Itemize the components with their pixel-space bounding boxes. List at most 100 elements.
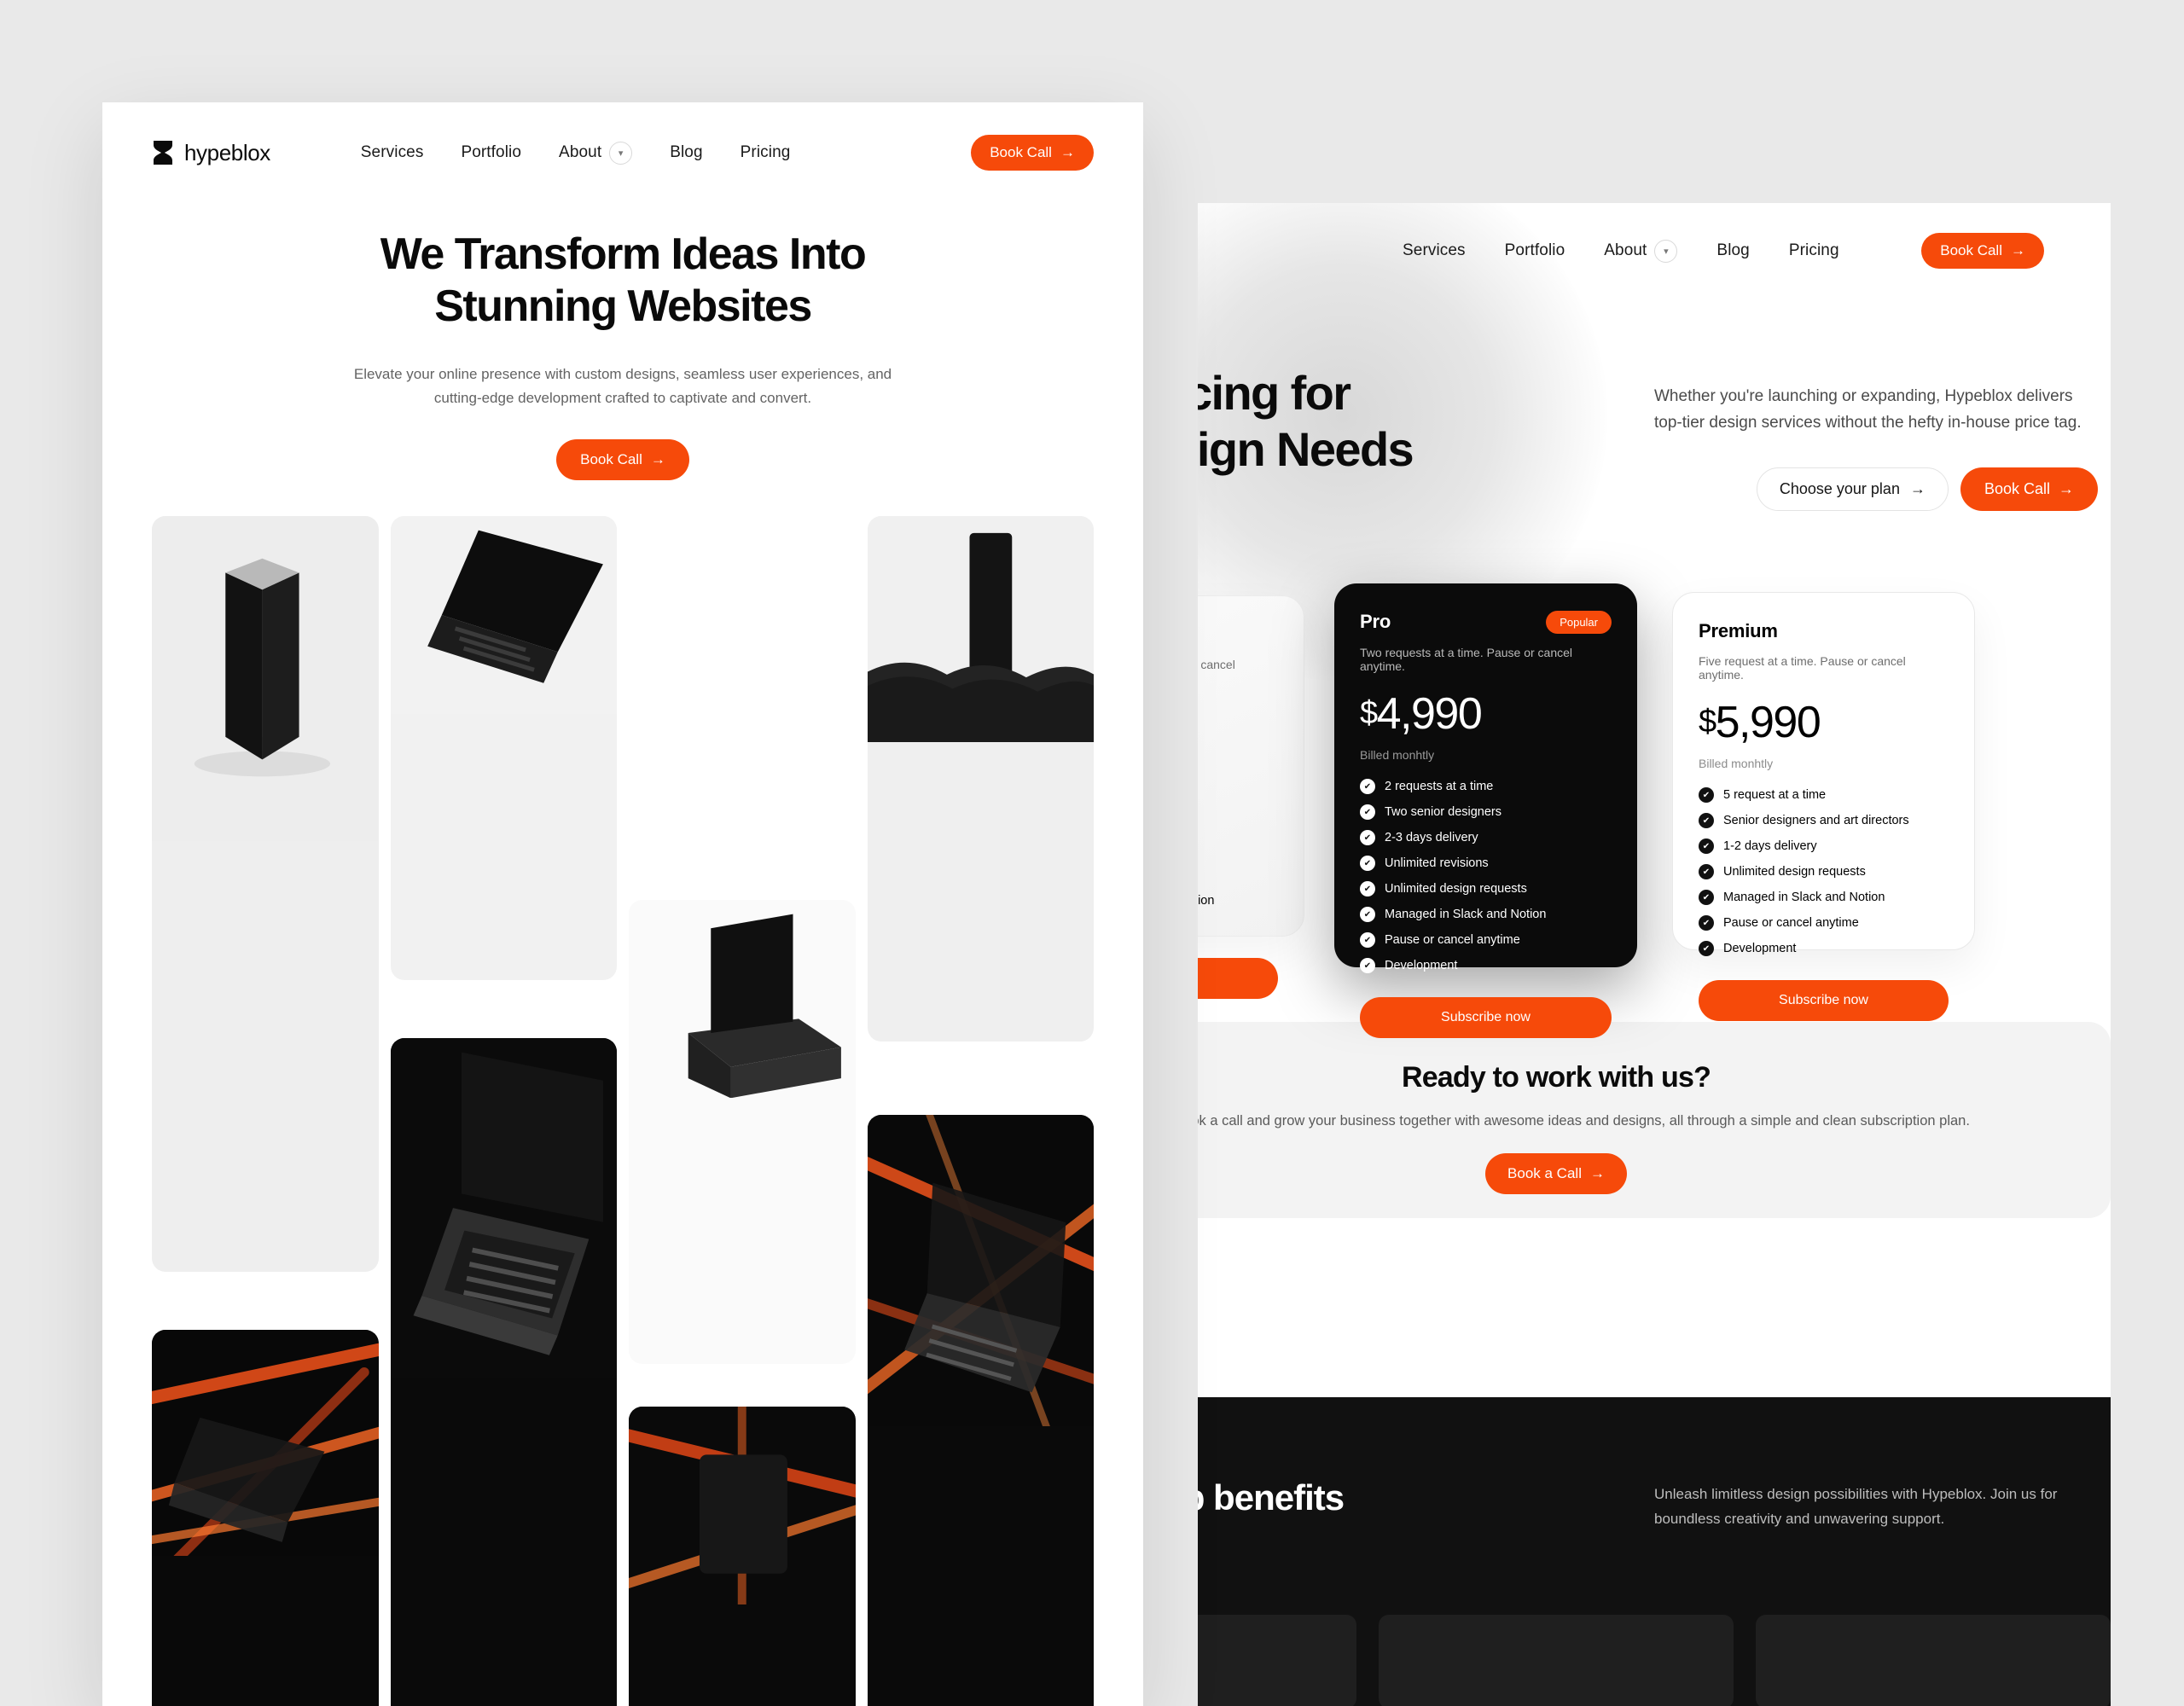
card-head: Premium [1699, 620, 1949, 642]
card-head: Basic [1198, 624, 1278, 646]
gallery-tile-folded-laptop-light[interactable] [152, 515, 379, 1272]
w2-nav-pricing[interactable]: Pricing [1789, 241, 1839, 260]
w2-book-call-button[interactable]: Book Call → [1921, 233, 2044, 269]
subscribe-button-basic[interactable]: Subscribe now [1198, 958, 1278, 999]
w2-nav-services[interactable]: Services [1403, 241, 1466, 260]
hero-title-line1: We Transform Ideas Into [380, 229, 867, 279]
pricing-card-basic[interactable]: Basic One request at a time. Pause or ca… [1198, 595, 1304, 999]
gallery-tile-laptop-lasers-dark[interactable] [867, 1114, 1094, 1706]
plan-currency: $ [1699, 704, 1716, 740]
check-icon: ✔ [1360, 779, 1375, 794]
feature-item: ✔1 request at a time [1198, 791, 1278, 806]
w2-nav-portfolio[interactable]: Portfolio [1505, 241, 1565, 260]
pricing-title-line2: Your Design Needs [1198, 422, 1414, 477]
check-icon: ✔ [1360, 881, 1375, 897]
feature-label: 2 requests at a time [1385, 780, 1494, 793]
gallery-tile-laptop-keyboard-dark[interactable] [390, 1037, 617, 1706]
pricing-book-call-button[interactable]: Book Call → [1960, 467, 2098, 511]
w2-nav-blog[interactable]: Blog [1716, 241, 1749, 260]
gallery-tile-tablet-fur-light[interactable] [867, 515, 1094, 1042]
arrow-right-icon: → [1060, 144, 1075, 160]
plan-price: $4,990 [1360, 692, 1612, 736]
plan-currency: $ [1360, 695, 1378, 731]
w1-nav-about[interactable]: About ▾ [559, 141, 633, 165]
arrow-right-icon: → [1589, 1165, 1605, 1181]
arrow-right-icon: → [2059, 479, 2074, 497]
feature-item: ✔Managed in Slack and Notion [1699, 890, 1949, 905]
hero-book-call-button[interactable]: Book Call → [556, 438, 689, 480]
benefit-card[interactable] [1756, 1615, 2111, 1706]
feature-label: 2-3 days delivery [1385, 831, 1478, 844]
w1-navbar: hypeblox Services Portfolio About ▾ Blog… [102, 102, 1143, 203]
gallery-tile-laptop-neon-dark[interactable] [152, 1329, 379, 1706]
pricing-card-premium[interactable]: Premium Five request at a time. Pause or… [1672, 592, 1975, 1021]
check-icon: ✔ [1699, 813, 1714, 828]
feature-item: ✔ 1-2 days delivery [1699, 838, 1949, 854]
w1-book-call-button[interactable]: Book Call → [971, 135, 1094, 171]
laptop-neon-streaks-mockup [152, 1329, 379, 1557]
check-icon: ✔ [1699, 890, 1714, 905]
check-icon: ✔ [1360, 830, 1375, 845]
hero-gallery [152, 515, 1094, 1706]
chevron-down-icon: ▾ [609, 141, 633, 165]
feature-label: 5 request at a time [1723, 788, 1827, 802]
feature-item: ✔ Pause or cancel anytime [1699, 915, 1949, 931]
gallery-tile-tablet-neon-dark[interactable] [629, 1406, 856, 1706]
feature-label: Unlimited design requests [1723, 865, 1866, 879]
tablet-on-fur-mockup [867, 515, 1094, 743]
w1-book-call-label: Book Call [990, 144, 1052, 160]
check-icon: ✔ [1360, 958, 1375, 973]
choose-your-plan-button[interactable]: Choose your plan → [1756, 467, 1949, 511]
hero-book-call-label: Book Call [580, 450, 642, 467]
book-a-call-label: Book a Call [1507, 1165, 1582, 1181]
feature-item: ✔ 2 requests at a time [1360, 779, 1612, 794]
plan-desc: Five request at a time. Pause or cancel … [1699, 654, 1906, 682]
feature-item: ✔ Two senior designers [1360, 804, 1612, 820]
pricing-subtitle: Whether you're launching or expanding, H… [1654, 387, 2082, 432]
w1-nav-blog[interactable]: Blog [670, 143, 702, 162]
w2-nav-links: Services Portfolio About ▾ Blog Pricing [1403, 239, 1839, 263]
plan-features: ✔ 2 requests at a time ✔ Two senior design… [1360, 779, 1612, 973]
w1-nav-pricing[interactable]: Pricing [741, 143, 791, 162]
pricing-cards: Basic One request at a time. Pause or ca… [1198, 583, 2111, 1038]
ready-to-work-panel: Ready to work with us? Let's book a call… [1198, 1022, 2111, 1218]
tablet-neon-mockup [629, 1406, 856, 1605]
benefit-cards [1198, 1615, 2111, 1706]
arrow-right-icon: → [1909, 479, 1926, 497]
book-a-call-button[interactable]: Book a Call → [1485, 1153, 1627, 1194]
subscribe-button-pro[interactable]: Subscribe now [1360, 997, 1612, 1038]
subscribe-button-premium[interactable]: Subscribe now [1699, 980, 1949, 1021]
pricing-title-line1: Clear Pricing for [1198, 366, 1351, 420]
plan-billed: Billed monhtly [1198, 760, 1278, 774]
check-icon: ✔ [1699, 838, 1714, 854]
benefit-card[interactable] [1379, 1615, 1734, 1706]
feature-item: ✔Managed in Slack and Notion [1198, 893, 1278, 908]
pricing-card-pro[interactable]: Pro Popular Two requests at a time. Paus… [1334, 583, 1637, 1038]
w1-nav-portfolio[interactable]: Portfolio [461, 143, 521, 162]
feature-label: Managed in Slack and Notion [1198, 894, 1215, 908]
feature-label: Development [1723, 942, 1797, 955]
plan-features: ✔ 5 request at a time ✔ Senior designers a… [1699, 787, 1949, 956]
card-head: Pro Popular [1360, 611, 1612, 634]
w1-nav-links: Services Portfolio About ▾ Blog Pricing [361, 141, 791, 165]
pricing-header-right: Whether you're launching or expanding, H… [1654, 384, 2098, 511]
pricing-book-call-label: Book Call [1984, 479, 2050, 497]
gallery-tile-laptop-pedestal-light[interactable] [629, 899, 856, 1364]
cta-subtitle: Let's book a call and grow your business… [1198, 1113, 1970, 1129]
feature-label: Unlimited design requests [1385, 882, 1527, 896]
w2-nav-about[interactable]: About ▾ [1604, 239, 1678, 263]
screenshot-stage: Services Portfolio About ▾ Blog Pricing … [0, 0, 2184, 1706]
check-icon: ✔ [1699, 787, 1714, 803]
feature-item: ✔ Senior designers and art directors [1699, 813, 1949, 828]
check-icon: ✔ [1360, 907, 1375, 922]
brand-logo[interactable]: hypeblox [152, 140, 270, 166]
gallery-tile-open-laptop-light[interactable] [390, 515, 617, 980]
feature-item: ✔3-5 days delivery [1198, 842, 1278, 857]
plan-billed: Billed monhtly [1360, 748, 1435, 762]
feature-label: Development [1385, 959, 1458, 972]
home-page-window: hypeblox Services Portfolio About ▾ Blog… [102, 102, 1143, 1706]
folded-laptop-mockup [152, 515, 379, 842]
w1-nav-services[interactable]: Services [361, 143, 424, 162]
feature-label: Managed in Slack and Notion [1385, 908, 1547, 921]
benefit-card[interactable] [1198, 1615, 1356, 1706]
